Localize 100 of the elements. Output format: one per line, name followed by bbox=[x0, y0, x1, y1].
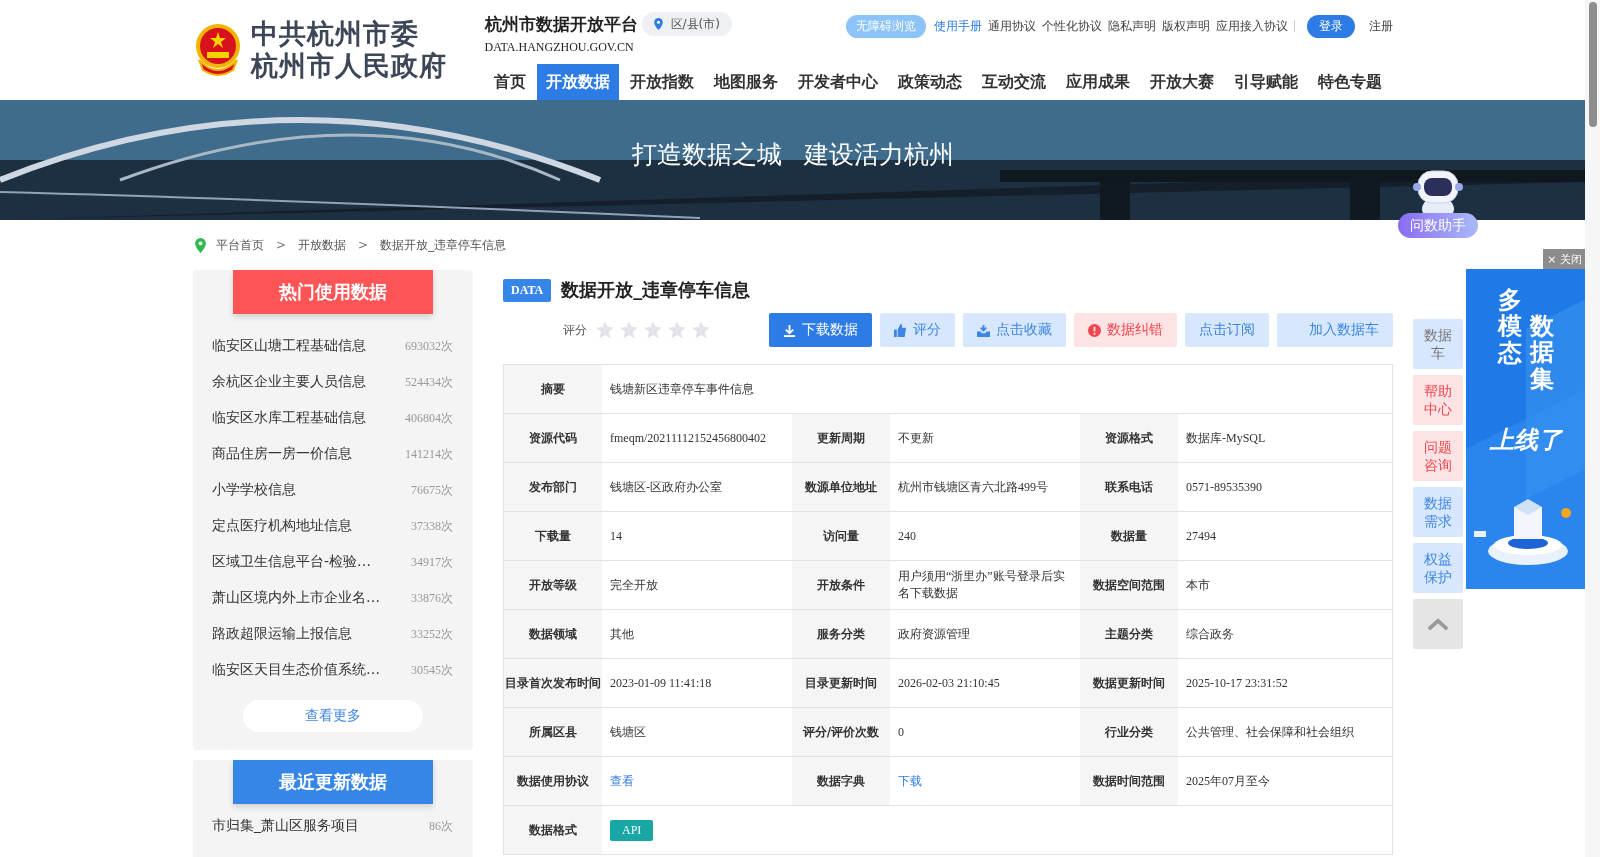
data-tag: DATA bbox=[503, 278, 552, 302]
top-link[interactable]: 版权声明 bbox=[1161, 17, 1210, 35]
dataset-link[interactable]: 市归集_萧山区服务项目 bbox=[212, 817, 359, 835]
top-link[interactable]: 隐私声明 bbox=[1107, 17, 1156, 35]
action-button[interactable]: 下载数据 bbox=[769, 313, 872, 347]
field-label: 访问量 bbox=[792, 512, 890, 560]
field-label: 数据字典 bbox=[792, 757, 890, 805]
field-label: 主题分类 bbox=[1080, 610, 1178, 658]
dataset-link[interactable]: 临安区天目生态价值系统… bbox=[212, 661, 380, 679]
field-value: 本市 bbox=[1185, 576, 1211, 594]
field-value: 钱塘区 bbox=[609, 723, 647, 741]
field-label: 更新周期 bbox=[792, 414, 890, 462]
field-value: 钱塘区-区政府办公室 bbox=[609, 478, 723, 496]
nav-tab[interactable]: 开放指数 bbox=[620, 64, 703, 100]
nav-tab[interactable]: 引导赋能 bbox=[1224, 64, 1307, 100]
location-pin-icon bbox=[653, 18, 663, 30]
field-link[interactable]: 下载 bbox=[898, 772, 922, 790]
usage-count: 33252次 bbox=[411, 625, 453, 643]
field-value: 综合政务 bbox=[1185, 625, 1235, 643]
star-icon[interactable] bbox=[619, 320, 639, 340]
usage-count: 37338次 bbox=[411, 517, 453, 535]
field-value: fmeqm/20211112152456800402 bbox=[609, 429, 767, 447]
star-icon[interactable] bbox=[643, 320, 663, 340]
nav-tab[interactable]: 互动交流 bbox=[972, 64, 1055, 100]
field-label: 摘要 bbox=[504, 365, 602, 413]
government-title: 中共杭州市委 bbox=[250, 18, 420, 50]
alert-icon bbox=[1088, 323, 1101, 337]
dataset-link[interactable]: 余杭区企业主要人员信息 bbox=[212, 373, 366, 391]
field-label: 发布部门 bbox=[504, 463, 602, 511]
nav-tab[interactable]: 首页 bbox=[484, 64, 535, 100]
section-title: 热门使用数据 bbox=[233, 270, 433, 314]
breadcrumb-link[interactable]: 开放数据 bbox=[298, 236, 347, 254]
top-link[interactable]: 个性化协议 bbox=[1041, 17, 1102, 35]
ad-tagline: 上线了 bbox=[1490, 425, 1562, 457]
top-link[interactable]: 注册 bbox=[1368, 17, 1393, 35]
nav-tab[interactable]: 地图服务 bbox=[704, 64, 787, 100]
star-icon[interactable] bbox=[667, 320, 687, 340]
field-label: 开放等级 bbox=[504, 561, 602, 609]
tray-icon bbox=[977, 323, 990, 337]
top-link[interactable]: 使用手册 bbox=[933, 17, 982, 35]
usage-count: 406804次 bbox=[405, 409, 453, 427]
dataset-link[interactable]: 萧山区境内外上市企业名… bbox=[212, 589, 380, 607]
field-label: 目录首次发布时间 bbox=[504, 659, 602, 707]
region-button[interactable]: 区/县(市) bbox=[641, 12, 732, 36]
dataset-link[interactable]: 路政超限运输上报信息 bbox=[212, 625, 352, 643]
dataset-link[interactable]: 定点医疗机构地址信息 bbox=[212, 517, 352, 535]
field-link[interactable]: 查看 bbox=[610, 772, 634, 790]
field-value: 2023-01-09 11:41:18 bbox=[609, 674, 713, 692]
section-title: 最近更新数据 bbox=[233, 760, 433, 804]
field-value: 用户须用“浙里办”账号登录后实名下载数据 bbox=[897, 568, 1066, 602]
field-label: 数据领域 bbox=[504, 610, 602, 658]
ad-heading: 数据集 bbox=[1530, 313, 1554, 393]
nav-tab[interactable]: 开发者中心 bbox=[788, 64, 887, 100]
top-link[interactable]: 通用协议 bbox=[987, 17, 1036, 35]
star-icon[interactable] bbox=[595, 320, 615, 340]
banner-slogan: 建设活力杭州 bbox=[803, 139, 954, 171]
side-tool-button[interactable]: 数据车 bbox=[1413, 319, 1463, 369]
field-label: 资源格式 bbox=[1080, 414, 1178, 462]
usage-count: 86次 bbox=[429, 817, 453, 835]
dataset-link[interactable]: 区域卫生信息平台-检验… bbox=[212, 553, 372, 571]
field-value: 2025年07月至今 bbox=[1185, 772, 1271, 790]
field-label: 数据使用协议 bbox=[504, 757, 602, 805]
view-more-button[interactable]: 查看更多 bbox=[243, 700, 423, 732]
back-to-top-button[interactable] bbox=[1413, 599, 1463, 649]
top-link[interactable]: 应用接入协议 bbox=[1215, 17, 1288, 35]
field-value: 完全开放 bbox=[609, 576, 659, 594]
format-tag: API bbox=[610, 819, 654, 841]
field-value: 政府资源管理 bbox=[897, 625, 971, 643]
usage-count: 34917次 bbox=[411, 553, 453, 571]
dataset-link[interactable]: 临安区水库工程基础信息 bbox=[212, 409, 366, 427]
banner-slogan: 打造数据之城 bbox=[631, 139, 782, 171]
usage-count: 141214次 bbox=[405, 445, 453, 463]
breadcrumb-link[interactable]: 数据开放_违章停车信息 bbox=[380, 236, 507, 254]
ad-heading: 多模态 bbox=[1498, 287, 1522, 369]
field-label: 数据格式 bbox=[504, 806, 602, 854]
nav-tab[interactable]: 特色专题 bbox=[1308, 64, 1391, 100]
top-link[interactable]: 登录 bbox=[1306, 14, 1355, 38]
field-value: 其他 bbox=[609, 625, 635, 643]
breadcrumb-link[interactable]: 平台首页 bbox=[216, 236, 264, 254]
usage-count: 33876次 bbox=[411, 589, 453, 607]
dataset-link[interactable]: 商品住房一房一价信息 bbox=[212, 445, 352, 463]
field-value: 14 bbox=[609, 527, 623, 545]
dataset-link[interactable]: 临安区山塘工程基础信息 bbox=[212, 337, 366, 355]
nav-tab[interactable]: 政策动态 bbox=[888, 64, 971, 100]
rating-label: 评分 bbox=[563, 321, 587, 339]
field-value: 不更新 bbox=[897, 429, 935, 447]
scrollbar[interactable] bbox=[1585, 0, 1600, 857]
government-title: 杭州市人民政府 bbox=[250, 50, 447, 82]
dataset-link[interactable]: 小学学校信息 bbox=[212, 481, 296, 499]
download-icon bbox=[783, 323, 796, 337]
field-value: 杭州市钱塘区青六北路499号 bbox=[897, 478, 1049, 496]
usage-count: 30545次 bbox=[411, 661, 453, 679]
star-icon[interactable] bbox=[691, 320, 711, 340]
chevron-up-icon bbox=[1427, 617, 1449, 631]
field-value: 钱塘新区违章停车事件信息 bbox=[609, 380, 755, 398]
nav-tab[interactable]: 开放大赛 bbox=[1140, 64, 1223, 100]
field-value: 0571-89535390 bbox=[1185, 478, 1263, 496]
nav-tab[interactable]: 开放数据 bbox=[536, 64, 619, 100]
field-label: 所属区县 bbox=[504, 708, 602, 756]
nav-tab[interactable]: 应用成果 bbox=[1056, 64, 1139, 100]
